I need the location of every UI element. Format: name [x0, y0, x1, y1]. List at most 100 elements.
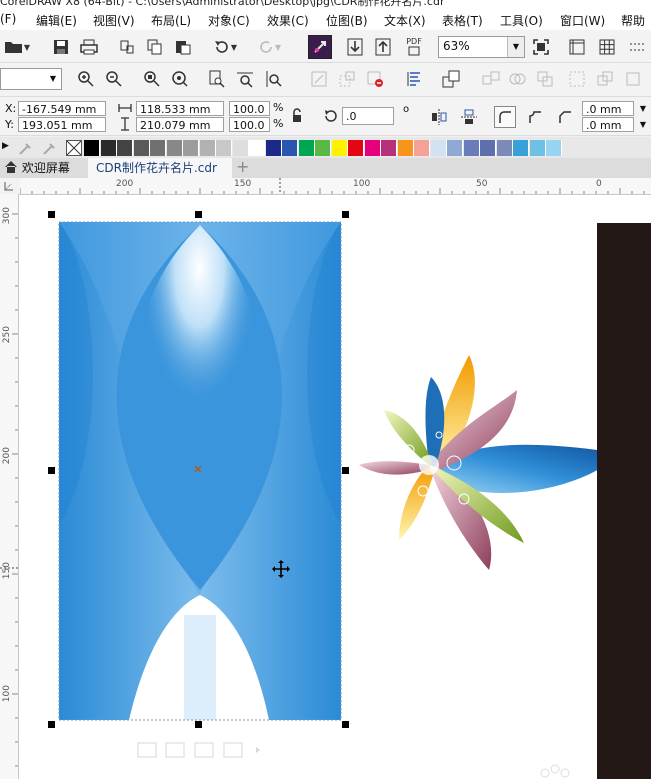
chevron-down-icon[interactable]: ▼: [636, 101, 650, 116]
menu-object[interactable]: 对象(C): [208, 12, 250, 29]
color-swatch[interactable]: [463, 140, 480, 156]
import-icon[interactable]: [344, 36, 366, 58]
front-minus-back-icon[interactable]: [594, 68, 616, 90]
scale-x-field[interactable]: 100.0: [229, 101, 270, 116]
width-field[interactable]: 118.533 mm: [136, 101, 224, 116]
color-swatch[interactable]: [199, 140, 216, 156]
menu-edit[interactable]: 编辑(E): [36, 12, 77, 29]
zoom-page-icon[interactable]: [206, 68, 228, 90]
menu-tools[interactable]: 工具(O): [500, 12, 543, 29]
menu-window[interactable]: 窗口(W): [560, 12, 605, 29]
back-minus-front-icon[interactable]: [622, 68, 644, 90]
y-position-field[interactable]: 193.051 mm: [18, 117, 106, 132]
weld-icon[interactable]: [480, 68, 502, 90]
color-swatch[interactable]: [166, 140, 183, 156]
color-swatch[interactable]: [496, 140, 513, 156]
menu-view[interactable]: 视图(V): [93, 12, 135, 29]
scalloped-corner-icon[interactable]: [524, 106, 546, 128]
zoom-out-icon[interactable]: [103, 68, 125, 90]
drawing-canvas[interactable]: [19, 195, 651, 779]
color-swatch[interactable]: [480, 140, 496, 156]
simplify-icon[interactable]: [566, 68, 588, 90]
paste-icon[interactable]: [172, 36, 194, 58]
menu-file[interactable]: (F): [0, 12, 16, 26]
scale-y-field[interactable]: 100.0: [229, 117, 270, 132]
intersect-icon[interactable]: [534, 68, 556, 90]
color-swatch[interactable]: [397, 140, 414, 156]
color-swatch[interactable]: [348, 140, 364, 156]
height-field[interactable]: 210.079 mm: [136, 117, 224, 132]
tab-document[interactable]: CDR制作花卉名片.cdr: [88, 158, 232, 178]
resize-handle-top[interactable]: [195, 211, 202, 218]
arrange-order-icon[interactable]: [440, 68, 462, 90]
color-swatch[interactable]: [133, 140, 150, 156]
resize-handle-right[interactable]: [342, 467, 349, 474]
eyedropper-icon[interactable]: [14, 140, 64, 156]
floating-object-toolbar[interactable]: [137, 742, 260, 758]
color-swatch[interactable]: [331, 140, 348, 156]
menu-help[interactable]: 帮助: [621, 12, 645, 29]
clear-transform-icon[interactable]: [364, 68, 386, 90]
align-distribute-icon[interactable]: [402, 68, 424, 90]
chevron-down-icon[interactable]: ▼: [507, 37, 524, 57]
color-swatch[interactable]: [513, 140, 529, 156]
chevron-down-icon[interactable]: ▼: [636, 117, 650, 132]
resize-handle-bottom-right[interactable]: [342, 721, 349, 728]
corner-radius-field-2[interactable]: .0 mm: [582, 117, 634, 132]
flower-graphic[interactable]: [359, 355, 621, 570]
print-icon[interactable]: [78, 36, 100, 58]
rulers-icon[interactable]: [566, 36, 588, 58]
resize-handle-bottom[interactable]: [195, 721, 202, 728]
color-swatch[interactable]: [117, 140, 133, 156]
zoom-in-icon[interactable]: [75, 68, 97, 90]
undo-icon[interactable]: ▼: [208, 36, 242, 58]
color-swatch[interactable]: [216, 140, 232, 156]
menu-effects[interactable]: 效果(C): [267, 12, 309, 29]
color-swatch[interactable]: [529, 140, 546, 156]
trim-icon[interactable]: [506, 68, 528, 90]
rotation-field[interactable]: .0: [342, 107, 394, 125]
color-swatch[interactable]: [414, 140, 430, 156]
color-swatch[interactable]: [364, 140, 381, 156]
color-swatch[interactable]: [249, 140, 265, 156]
ruler-origin-corner[interactable]: [0, 178, 21, 195]
color-swatch[interactable]: [430, 140, 447, 156]
guidelines-icon[interactable]: [626, 36, 648, 58]
menu-table[interactable]: 表格(T): [442, 12, 483, 29]
color-swatch[interactable]: [265, 140, 282, 156]
chamfer-corner-icon[interactable]: [554, 106, 576, 128]
chevron-down-icon[interactable]: ▼: [45, 69, 61, 89]
vertical-ruler[interactable]: 300 250 200 150 100: [0, 194, 19, 779]
color-swatch[interactable]: [232, 140, 249, 156]
color-swatch[interactable]: [381, 140, 397, 156]
add-tab-button[interactable]: +: [236, 158, 252, 178]
search-content-icon[interactable]: [308, 35, 332, 59]
zoom-page-width-icon[interactable]: [234, 68, 256, 90]
resize-handle-top-right[interactable]: [342, 211, 349, 218]
color-swatch[interactable]: [84, 140, 100, 156]
menu-text[interactable]: 文本(X): [384, 12, 426, 29]
menu-layout[interactable]: 布局(L): [151, 12, 191, 29]
zoom-page-height-icon[interactable]: [262, 68, 284, 90]
no-fill-swatch[interactable]: [66, 140, 82, 156]
color-swatch[interactable]: [282, 140, 298, 156]
dark-card-panel[interactable]: [597, 223, 651, 779]
corner-radius-field-1[interactable]: .0 mm: [582, 101, 634, 116]
mirror-vertical-icon[interactable]: [458, 106, 480, 128]
color-swatch[interactable]: [315, 140, 331, 156]
resize-handle-left[interactable]: [48, 467, 55, 474]
grid-icon[interactable]: [596, 36, 618, 58]
color-swatch[interactable]: [298, 140, 315, 156]
horizontal-ruler[interactable]: 200 150 100 50 0: [20, 178, 651, 195]
open-folder-icon[interactable]: ▼: [4, 36, 30, 58]
color-swatch[interactable]: [447, 140, 463, 156]
zoom-level-combo[interactable]: 63% ▼: [438, 36, 525, 58]
full-screen-icon[interactable]: [530, 36, 552, 58]
resize-handle-bottom-left[interactable]: [48, 721, 55, 728]
menu-bitmaps[interactable]: 位图(B): [326, 12, 368, 29]
color-swatch[interactable]: [150, 140, 166, 156]
lock-ratio-icon[interactable]: [291, 108, 305, 124]
cut-icon[interactable]: [116, 36, 138, 58]
style-combo[interactable]: ▼: [0, 68, 62, 90]
resize-handle-top-left[interactable]: [48, 211, 55, 218]
